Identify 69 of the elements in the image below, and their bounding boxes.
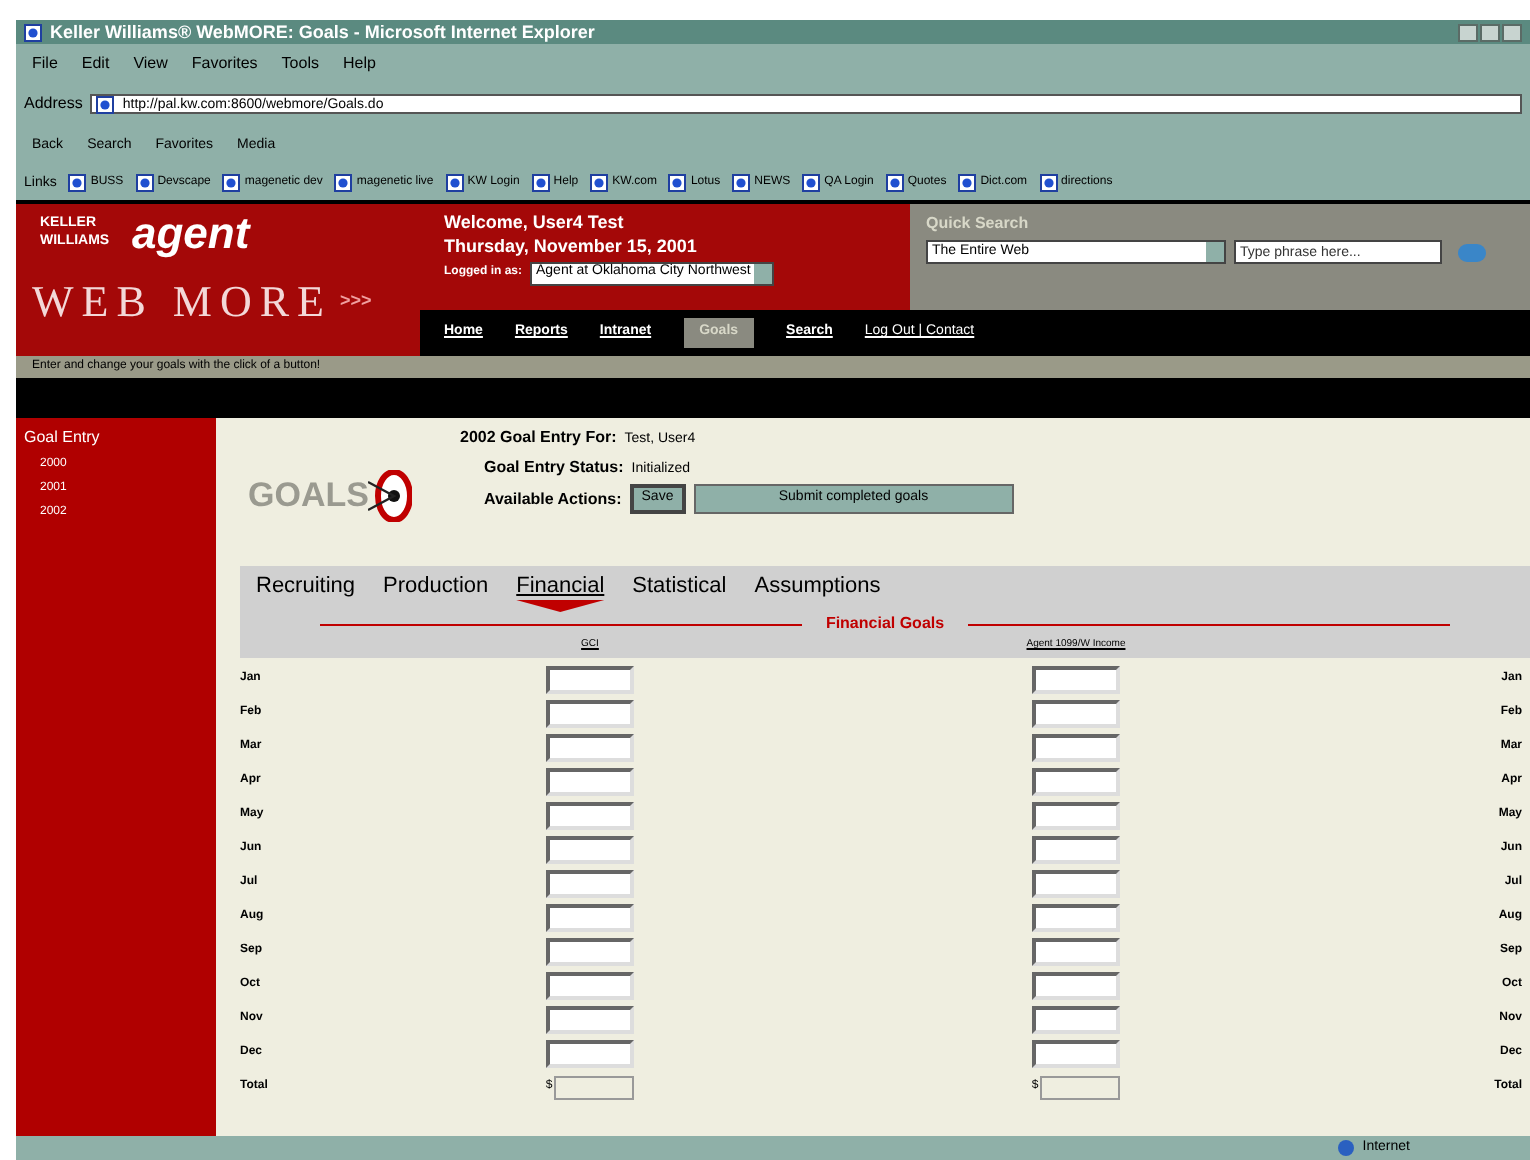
goal-input[interactable] xyxy=(546,971,634,999)
menu-item[interactable]: View xyxy=(133,56,168,72)
page-icon xyxy=(135,173,154,191)
page-icon xyxy=(334,173,353,191)
tab[interactable]: Production xyxy=(383,570,489,610)
target-icon xyxy=(368,470,413,522)
tab[interactable]: Statistical xyxy=(632,570,727,610)
close-button[interactable] xyxy=(1502,23,1522,41)
menu-item[interactable]: File xyxy=(32,56,58,72)
goal-input[interactable] xyxy=(546,801,634,829)
goal-input[interactable] xyxy=(1032,937,1120,965)
page-icon xyxy=(668,173,687,191)
goal-input[interactable] xyxy=(546,733,634,761)
field-label: Goal Entry Status: xyxy=(484,455,624,479)
tab[interactable]: Recruiting xyxy=(256,570,356,610)
menu-item[interactable]: Favorites xyxy=(191,56,258,72)
page-icon xyxy=(590,173,609,191)
goal-input[interactable] xyxy=(546,937,634,965)
goal-input[interactable] xyxy=(546,665,634,693)
goal-input[interactable] xyxy=(546,1005,634,1033)
minimize-button[interactable] xyxy=(1458,23,1478,41)
goal-input[interactable] xyxy=(546,1039,634,1067)
tab[interactable]: Financial xyxy=(516,570,605,610)
page-icon xyxy=(885,173,904,191)
menu-item[interactable]: Tools xyxy=(281,56,319,72)
globe-icon xyxy=(1338,1140,1355,1156)
page-icon xyxy=(802,173,821,191)
page-icon xyxy=(96,95,115,113)
menu-item[interactable]: Help xyxy=(342,56,376,72)
page-icon xyxy=(531,173,550,191)
menu-item[interactable]: Edit xyxy=(81,56,110,72)
field-label: Available Actions: xyxy=(484,487,622,511)
goal-input[interactable] xyxy=(546,699,634,727)
window-title: Keller Williams® WebMORE: Goals - Microsoft Internet Explorer xyxy=(50,23,595,41)
arrows-logo: >>> xyxy=(339,288,372,315)
goal-input[interactable] xyxy=(1032,869,1120,897)
goal-input[interactable] xyxy=(546,835,634,863)
goal-input[interactable] xyxy=(1032,903,1120,931)
page-icon xyxy=(445,173,464,191)
goal-input[interactable] xyxy=(1032,767,1120,795)
goal-input[interactable] xyxy=(1032,699,1120,727)
goal-input[interactable] xyxy=(1032,1039,1120,1067)
quick-search-title: Quick Search xyxy=(926,212,1031,236)
page-icon xyxy=(24,23,42,41)
goal-input[interactable] xyxy=(1032,971,1120,999)
field-label: 2002 Goal Entry For: xyxy=(460,426,617,450)
goal-input[interactable] xyxy=(1032,1005,1120,1033)
page-icon xyxy=(958,173,977,191)
goal-input[interactable] xyxy=(1032,801,1120,829)
goal-input[interactable] xyxy=(546,767,634,795)
section-title: Financial Goals xyxy=(825,612,945,636)
goal-input[interactable] xyxy=(546,869,634,897)
page-icon xyxy=(222,173,241,191)
agent-logo: agent xyxy=(132,212,250,256)
address-label: Address xyxy=(24,96,83,112)
page-icon xyxy=(732,173,751,191)
welcome-text: Welcome, User4 Test xyxy=(444,212,626,235)
tab[interactable]: Assumptions xyxy=(754,570,881,610)
page-icon xyxy=(68,173,87,191)
webmore-logo: WEB MORE xyxy=(32,280,332,324)
maximize-button[interactable] xyxy=(1480,23,1500,41)
date-text: Thursday, November 15, 2001 xyxy=(444,236,699,259)
goals-logo: GOALS xyxy=(248,474,369,519)
goal-input[interactable] xyxy=(1032,835,1120,863)
goal-input[interactable] xyxy=(1032,733,1120,761)
goal-input[interactable] xyxy=(1032,665,1120,693)
page-icon xyxy=(1039,173,1058,191)
sidebar-title[interactable]: Goal Entry xyxy=(24,426,216,450)
goal-input[interactable] xyxy=(546,903,634,931)
